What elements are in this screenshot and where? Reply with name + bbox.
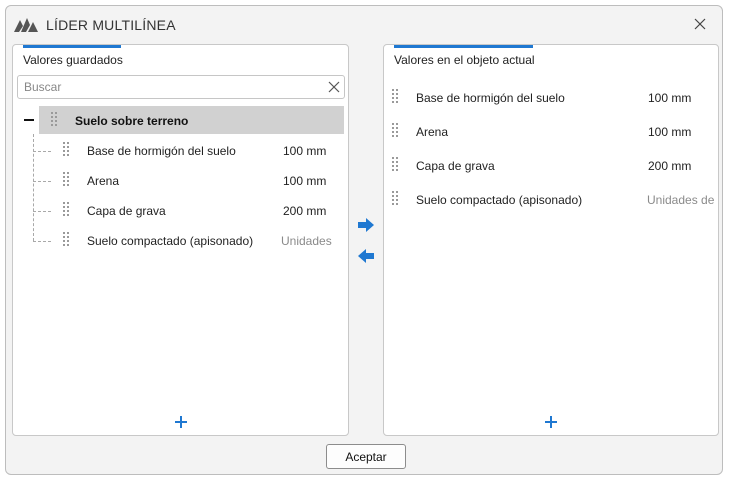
item-value: 100 mm <box>283 144 327 158</box>
drag-handle-icon[interactable] <box>63 202 69 218</box>
item-label: Arena <box>416 125 449 139</box>
group-label: Suelo sobre terreno <box>75 114 189 128</box>
tab-indicator <box>394 45 533 48</box>
arrow-left-icon[interactable] <box>357 248 375 264</box>
tree-connector <box>33 181 51 182</box>
item-label: Capa de grava <box>87 204 166 218</box>
list-item[interactable]: Base de hormigón del suelo 100 mm <box>388 83 718 113</box>
plus-icon[interactable] <box>173 414 189 430</box>
dialog-window: LÍDER MULTILÍNEA Valores guardados Suelo <box>5 5 723 475</box>
tree-connector <box>33 241 51 242</box>
tree-item[interactable]: Arena 100 mm <box>57 166 347 196</box>
item-value: 100 mm <box>283 174 327 188</box>
drag-handle-icon[interactable] <box>63 142 69 158</box>
search-input[interactable] <box>18 76 318 98</box>
search-box <box>17 75 345 99</box>
item-value: Unidades de <box>647 193 715 207</box>
tree-connector <box>33 211 51 212</box>
item-label: Base de hormigón del suelo <box>416 91 565 105</box>
current-values-panel: Valores en el objeto actual Base de horm… <box>383 44 719 436</box>
drag-handle-icon[interactable] <box>63 172 69 188</box>
item-value: 200 mm <box>283 204 327 218</box>
item-label: Suelo compactado (apisonado) <box>87 234 254 248</box>
app-logo-icon <box>14 18 38 32</box>
window-title: LÍDER MULTILÍNEA <box>46 17 176 33</box>
collapse-toggle[interactable] <box>24 119 34 121</box>
item-label: Capa de grava <box>416 159 495 173</box>
tree-item[interactable]: Suelo compactado (apisonado) Unidades <box>57 226 347 256</box>
drag-handle-icon[interactable] <box>63 232 69 248</box>
plus-icon[interactable] <box>543 414 559 430</box>
tree-connector <box>33 151 51 152</box>
tree-item[interactable]: Capa de grava 200 mm <box>57 196 347 226</box>
drag-handle-icon[interactable] <box>392 157 398 173</box>
saved-values-panel: Valores guardados Suelo sobre terreno <box>12 44 349 436</box>
tree-group-row[interactable]: Suelo sobre terreno <box>39 106 344 134</box>
drag-handle-icon[interactable] <box>51 112 57 128</box>
item-label: Base de hormigón del suelo <box>87 144 236 158</box>
item-value: 100 mm <box>648 125 692 139</box>
item-value: 200 mm <box>648 159 692 173</box>
list-item[interactable]: Capa de grava 200 mm <box>388 151 718 181</box>
drag-handle-icon[interactable] <box>392 191 398 207</box>
item-value: Unidades <box>281 234 332 248</box>
current-values-header: Valores en el objeto actual <box>394 53 535 67</box>
drag-handle-icon[interactable] <box>392 123 398 139</box>
clear-search-icon[interactable] <box>328 81 340 93</box>
item-value: 100 mm <box>648 91 692 105</box>
drag-handle-icon[interactable] <box>392 89 398 105</box>
arrow-right-icon[interactable] <box>357 217 375 233</box>
saved-values-header: Valores guardados <box>23 53 123 67</box>
tree-item[interactable]: Base de hormigón del suelo 100 mm <box>57 136 347 166</box>
title-bar: LÍDER MULTILÍNEA <box>6 6 722 42</box>
item-label: Suelo compactado (apisonado) <box>416 193 583 207</box>
list-item[interactable]: Arena 100 mm <box>388 117 718 147</box>
ok-button[interactable]: Aceptar <box>326 444 406 469</box>
tab-indicator <box>23 45 121 48</box>
item-label: Arena <box>87 174 120 188</box>
list-item[interactable]: Suelo compactado (apisonado) Unidades de <box>388 185 718 215</box>
close-icon[interactable] <box>692 16 708 32</box>
